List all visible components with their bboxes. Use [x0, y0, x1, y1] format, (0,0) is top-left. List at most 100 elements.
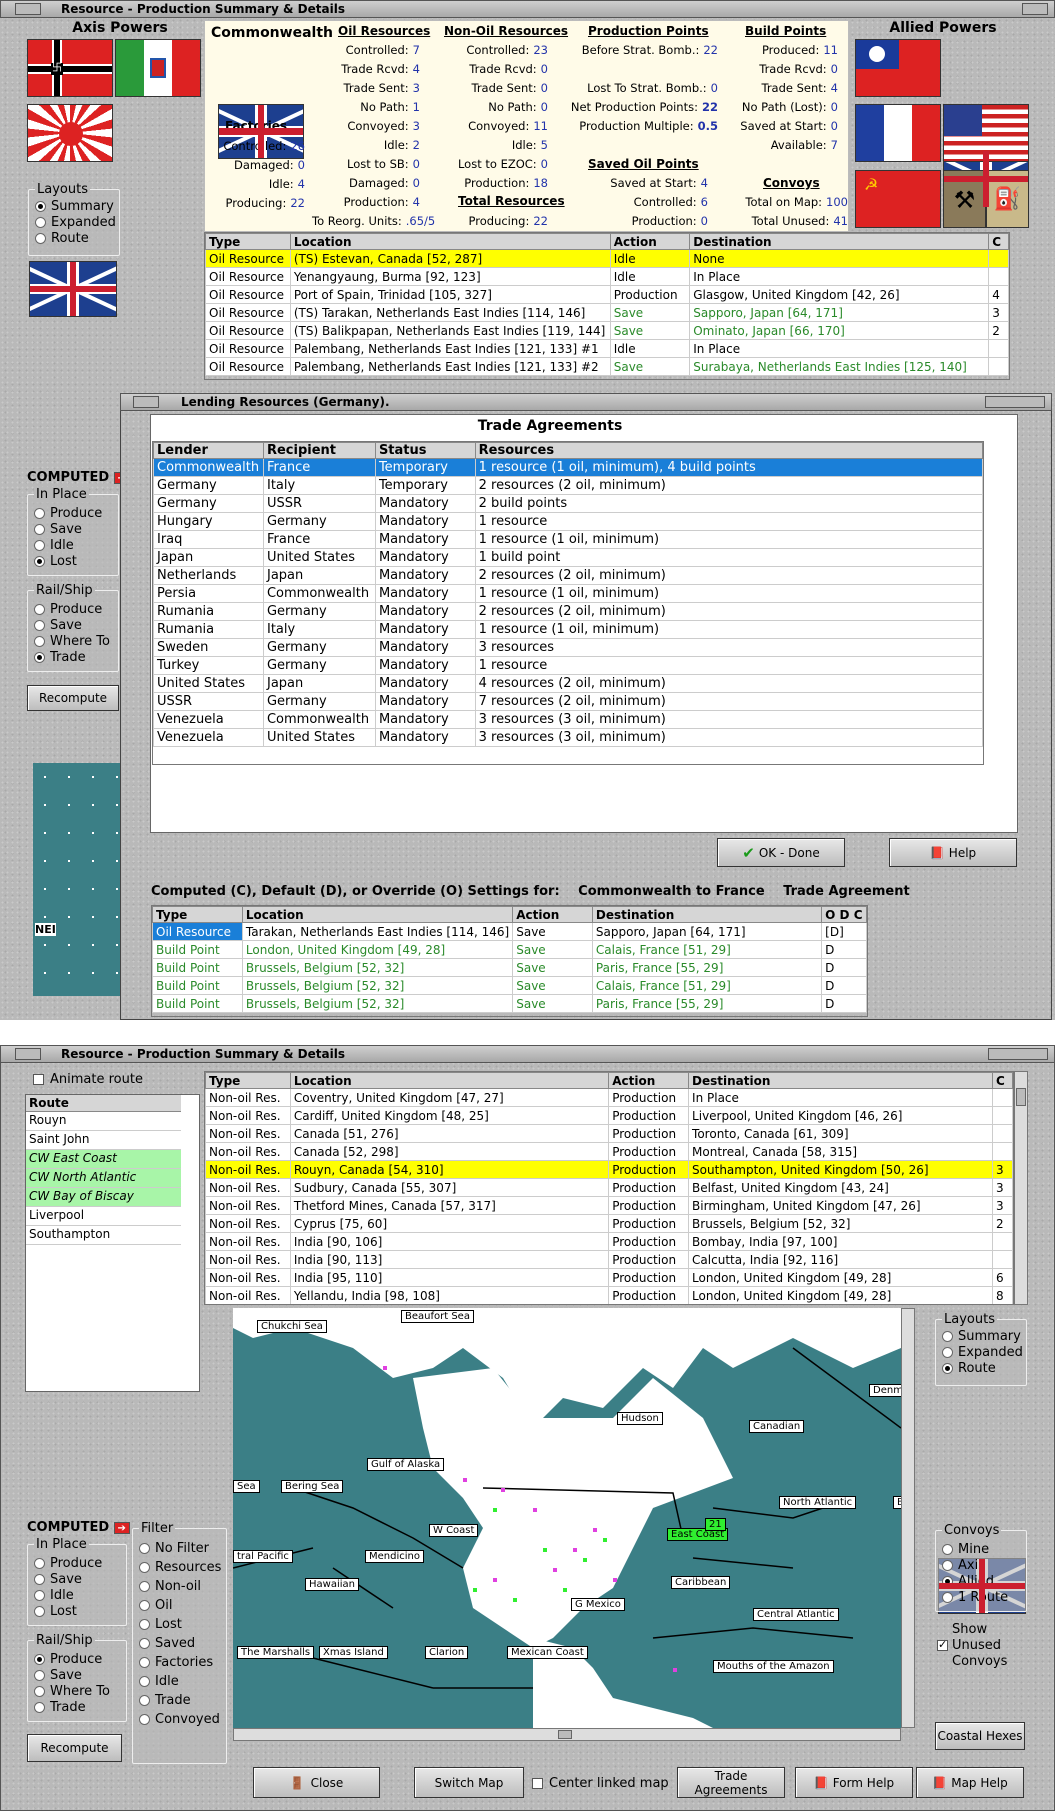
radio-oil[interactable]: Oil	[139, 1596, 221, 1615]
radio-button[interactable]	[34, 1685, 45, 1697]
window-close-button[interactable]	[1022, 3, 1048, 15]
italy-flag[interactable]	[115, 39, 201, 97]
route-item[interactable]: CW North Atlantic	[26, 1169, 181, 1188]
radio-expanded[interactable]: Expanded	[942, 1344, 1023, 1360]
show-unused-box[interactable]	[937, 1638, 948, 1651]
table-row[interactable]: Non-oil Res. India [90, 106] Production Bom…	[205, 1232, 1013, 1251]
radio-button[interactable]	[139, 1676, 150, 1687]
radio-button[interactable]	[34, 507, 45, 519]
route-item[interactable]: Southampton	[26, 1226, 181, 1245]
column-header[interactable]: Resources	[474, 442, 983, 459]
radio-button[interactable]	[34, 603, 45, 615]
table-row[interactable]: Rumania Germany Mandatory 2 resources (2 oi…	[153, 602, 983, 621]
table-row[interactable]: Non-oil Res. Rouyn, Canada [54, 310] Produ…	[205, 1160, 1013, 1179]
radio-factories[interactable]: Factories	[139, 1653, 221, 1672]
form-help-button[interactable]: 📕 Form Help	[795, 1767, 913, 1798]
radio-button[interactable]	[34, 1605, 45, 1617]
radio-route[interactable]: Route	[35, 230, 116, 246]
column-header[interactable]: Recipient	[262, 442, 376, 459]
radio-button[interactable]	[34, 555, 45, 567]
coastal-hexes-button[interactable]: Coastal Hexes	[935, 1722, 1025, 1750]
table-row[interactable]: Oil Resource Port of Spain, Trinidad [105…	[205, 285, 1009, 304]
radio-save[interactable]: Save	[34, 617, 110, 633]
table-row[interactable]: Germany USSR Mandatory 2 build points	[153, 494, 983, 513]
column-header[interactable]: Action	[608, 1072, 690, 1089]
table-row[interactable]: Iraq France Mandatory 1 resource (1 oil, mi…	[153, 530, 983, 549]
radio-button[interactable]	[35, 200, 46, 212]
radio-1-route[interactable]: 1 Route	[942, 1589, 1008, 1605]
table-row[interactable]: Oil Resource (TS) Estevan, Canada [52, 28…	[205, 249, 1009, 268]
japan-flag[interactable]	[27, 104, 113, 162]
route-item[interactable]: CW Bay of Biscay	[26, 1188, 181, 1207]
window-menu-button[interactable]	[15, 3, 41, 15]
table-row[interactable]: Persia Commonwealth Mandatory 1 resource (1…	[153, 584, 983, 603]
table-row[interactable]: Non-oil Res. Cyprus [75, 60] Production Bru…	[205, 1214, 1013, 1233]
table-row[interactable]: Venezuela Commonwealth Mandatory 3 resource…	[153, 710, 983, 729]
bottom-recompute-button[interactable]: Recompute	[27, 1734, 122, 1762]
radio-button[interactable]	[34, 635, 45, 647]
column-header[interactable]: Destination	[591, 906, 823, 923]
column-header[interactable]: Location	[241, 906, 514, 923]
table-row[interactable]: Rumania Italy Mandatory 1 resource (1 oil, …	[153, 620, 983, 639]
radio-produce[interactable]: Produce	[34, 505, 102, 521]
radio-no-filter[interactable]: No Filter	[139, 1539, 221, 1558]
column-header[interactable]: Action	[609, 233, 691, 250]
table-row[interactable]: Venezuela United States Mandatory 3 resourc…	[153, 728, 983, 747]
table-row[interactable]: Oil Resource Palembang, Netherlands East …	[205, 339, 1009, 358]
radio-save[interactable]: Save	[34, 1571, 102, 1587]
radio-produce[interactable]: Produce	[34, 601, 110, 617]
table-row[interactable]: Build Point Brussels, Belgium [52, 32] Sav…	[152, 994, 867, 1013]
route-item[interactable]: CW East Coast	[26, 1150, 181, 1169]
radio-button[interactable]	[34, 651, 45, 663]
radio-where-to[interactable]: Where To	[34, 633, 110, 649]
radio-button[interactable]	[139, 1543, 150, 1554]
radio-button[interactable]	[139, 1619, 150, 1630]
radio-save[interactable]: Save	[34, 521, 102, 537]
table-row[interactable]: Oil Resource (TS) Balikpapan, Netherlands…	[205, 321, 1009, 340]
radio-button[interactable]	[139, 1657, 150, 1668]
radio-produce[interactable]: Produce	[34, 1555, 102, 1571]
radio-axis[interactable]: Axis	[942, 1557, 1008, 1573]
table-row[interactable]: Turkey Germany Mandatory 1 resource	[153, 656, 983, 675]
radio-mine[interactable]: Mine	[942, 1541, 1008, 1557]
hscroll-thumb[interactable]	[558, 1730, 572, 1739]
radio-resources[interactable]: Resources	[139, 1558, 221, 1577]
column-header[interactable]: Location	[289, 1072, 610, 1089]
lending-menu-button[interactable]	[133, 396, 159, 408]
radio-button[interactable]	[34, 1701, 45, 1713]
radio-trade[interactable]: Trade	[139, 1691, 221, 1710]
radio-convoyed[interactable]: Convoyed	[139, 1710, 221, 1729]
scroll-thumb[interactable]	[1016, 1088, 1026, 1106]
map-help-button[interactable]: 📕 Map Help	[916, 1767, 1024, 1798]
bottom-close-button[interactable]	[988, 1048, 1048, 1060]
table-row[interactable]: Commonwealth France Temporary 1 resource (1…	[153, 458, 983, 477]
radio-lost[interactable]: Lost	[34, 553, 102, 569]
table-row[interactable]: United States Japan Mandatory 4 resources (…	[153, 674, 983, 693]
radio-button[interactable]	[942, 1346, 953, 1358]
column-header[interactable]: C	[988, 233, 1009, 250]
radio-summary[interactable]: Summary	[35, 198, 116, 214]
radio-button[interactable]	[139, 1695, 150, 1706]
radio-button[interactable]	[942, 1362, 953, 1374]
bottom-table-scrollbar[interactable]	[1014, 1071, 1028, 1305]
radio-lost[interactable]: Lost	[139, 1615, 221, 1634]
radio-idle[interactable]: Idle	[34, 537, 102, 553]
lending-help-button[interactable]: 📕 Help	[889, 838, 1017, 867]
table-row[interactable]: Oil Resource Tarakan, Netherlands East In…	[152, 922, 867, 941]
table-row[interactable]: Build Point Brussels, Belgium [52, 32] Sav…	[152, 976, 867, 995]
ok-done-button[interactable]: ✔ OK - Done	[717, 838, 845, 867]
radio-button[interactable]	[139, 1581, 150, 1592]
table-row[interactable]: USSR Germany Mandatory 7 resources (2 oil, …	[153, 692, 983, 711]
bottom-menu-button[interactable]	[15, 1048, 41, 1060]
show-unused-checkbox[interactable]: Show Unused Convoys	[937, 1622, 1029, 1670]
radio-produce[interactable]: Produce	[34, 1651, 110, 1667]
radio-saved[interactable]: Saved	[139, 1634, 221, 1653]
column-header[interactable]: Destination	[688, 1072, 994, 1089]
radio-button[interactable]	[34, 1589, 45, 1601]
column-header[interactable]: Action	[512, 906, 593, 923]
table-row[interactable]: Non-oil Res. Canada [51, 276] Production To…	[205, 1124, 1013, 1143]
radio-button[interactable]	[34, 1557, 45, 1569]
radio-button[interactable]	[34, 1653, 45, 1665]
world-map[interactable]: Chukchi Sea Beaufort Sea Hudson Canadian Den…	[233, 1308, 901, 1728]
radio-trade[interactable]: Trade	[34, 1699, 110, 1715]
